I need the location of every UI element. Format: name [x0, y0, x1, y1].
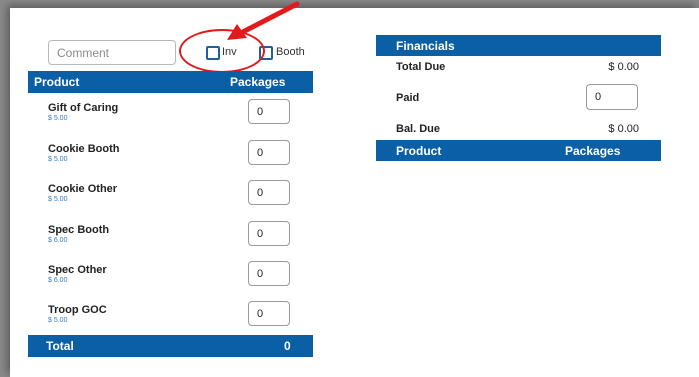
- product-name: Spec Other: [48, 264, 107, 276]
- product-price: $ 5.00: [48, 115, 68, 122]
- product-name: Troop GOC: [48, 304, 107, 316]
- annotation-arrow-icon: [227, 1, 300, 40]
- product-price: $ 5.00: [48, 317, 68, 324]
- product-price: $ 6.00: [48, 237, 68, 244]
- packages-column-header: Packages: [230, 75, 286, 89]
- product-column-header: Product: [34, 75, 80, 89]
- product-price: $ 5.00: [48, 196, 68, 203]
- product-price: $ 6.00: [48, 277, 68, 284]
- products-table-header: Product Packages: [28, 71, 313, 93]
- booth-checkbox-label: Booth: [276, 46, 305, 58]
- packages-column-header: Packages: [565, 143, 621, 158]
- financials-title: Financials: [396, 38, 455, 53]
- financials-header: Financials: [376, 35, 661, 56]
- paid-label: Paid: [396, 92, 420, 104]
- product-column-header: Product: [396, 143, 442, 158]
- product-name: Gift of Caring: [48, 102, 119, 114]
- product-name: Cookie Other: [48, 183, 118, 195]
- balance-due-value: $ 0.00: [608, 123, 639, 135]
- total-due-label: Total Due: [396, 61, 446, 73]
- product-name: Cookie Booth: [48, 143, 120, 155]
- total-row: Total 0: [28, 335, 313, 357]
- product-name: Spec Booth: [48, 224, 110, 236]
- total-due-value: $ 0.00: [608, 61, 639, 73]
- quantity-input[interactable]: [248, 261, 290, 286]
- quantity-input[interactable]: [248, 180, 290, 205]
- total-label: Total: [46, 339, 74, 353]
- quantity-input[interactable]: [248, 221, 290, 246]
- total-value: 0: [284, 339, 291, 353]
- product-price: $ 5.00: [48, 156, 68, 163]
- paid-input[interactable]: [586, 84, 638, 110]
- comment-input[interactable]: [48, 40, 176, 65]
- quantity-input[interactable]: [248, 301, 290, 326]
- quantity-input[interactable]: [248, 140, 290, 165]
- balance-due-label: Bal. Due: [396, 123, 441, 135]
- quantity-input[interactable]: [248, 99, 290, 124]
- financials-product-header: Product Packages: [376, 140, 661, 161]
